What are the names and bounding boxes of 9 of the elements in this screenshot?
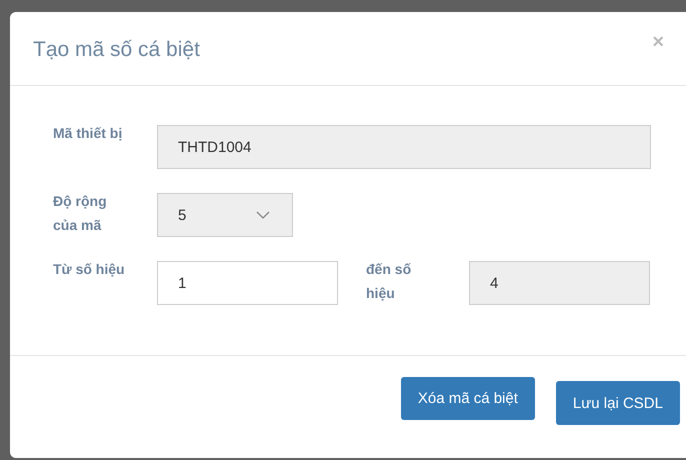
field-label: Mã thiết bị bbox=[53, 124, 124, 143]
field-label: đến số hiệu bbox=[366, 260, 412, 303]
field-label: Từ số hiệu bbox=[53, 260, 126, 279]
action-button[interactable]: Xóa mã cá biệt bbox=[400, 377, 535, 420]
dialog-title: Tạo mã số cá biệt bbox=[33, 38, 200, 62]
field-label: Độ rộng của mã bbox=[53, 192, 108, 235]
chevron-down-icon bbox=[256, 211, 270, 219]
input-field[interactable]: 1 bbox=[157, 261, 338, 305]
action-button[interactable]: Lưu lại CSDL bbox=[556, 381, 680, 425]
